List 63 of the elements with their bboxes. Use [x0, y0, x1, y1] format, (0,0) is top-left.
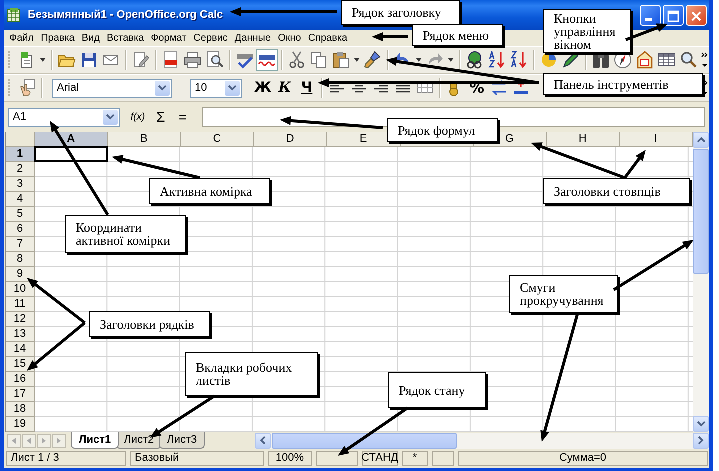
- row-header[interactable]: 18: [6, 402, 35, 417]
- column-header[interactable]: I: [620, 132, 693, 147]
- status-field: Лист 1 / 3: [6, 450, 126, 466]
- underline-button[interactable]: Ч: [296, 77, 318, 99]
- italic-button[interactable]: К: [274, 77, 296, 99]
- menu-item[interactable]: Правка: [38, 32, 78, 44]
- callout-tooltip: Вкладки робочих листів: [185, 352, 318, 396]
- callout-tooltip: Заголовки стовпців: [543, 178, 690, 204]
- row-header[interactable]: 11: [6, 297, 35, 312]
- row-header[interactable]: 1: [6, 147, 35, 162]
- row-header[interactable]: 14: [6, 342, 35, 357]
- menu-item[interactable]: Формат: [148, 32, 190, 44]
- row-header[interactable]: 2: [6, 162, 35, 177]
- row-header[interactable]: 6: [6, 222, 35, 237]
- callout-tooltip: Смуги прокручування: [509, 275, 618, 313]
- status-field: СТАНД: [362, 450, 398, 466]
- menu-item[interactable]: Вид: [78, 32, 104, 44]
- menu-item[interactable]: Файл: [6, 32, 38, 44]
- sheet-tab[interactable]: Лист1: [71, 432, 120, 449]
- callout-tooltip: Рядок стану: [388, 372, 486, 408]
- function-wizard-button[interactable]: f(x): [126, 112, 150, 122]
- callout-tooltip: Рядок заголовку: [341, 0, 460, 25]
- row-header[interactable]: 4: [6, 192, 35, 207]
- callout-tooltip: Рядок формул: [387, 118, 498, 142]
- row-header[interactable]: 12: [6, 312, 35, 327]
- row-header[interactable]: 10: [6, 282, 35, 297]
- menu-item[interactable]: Данные: [231, 32, 275, 44]
- callout-tooltip: Активна комірка: [149, 178, 270, 204]
- row-header[interactable]: 8: [6, 252, 35, 267]
- column-header[interactable]: H: [546, 132, 620, 147]
- row-header[interactable]: 13: [6, 327, 35, 342]
- callout-tooltip: Панель інструментів: [543, 73, 703, 95]
- callout-tooltip: Координати активної комірки: [65, 215, 186, 253]
- menu-item[interactable]: Вставка: [103, 32, 148, 44]
- menu-item[interactable]: Окно: [274, 32, 305, 44]
- row-header[interactable]: 9: [6, 267, 35, 282]
- status-field: Базовый: [130, 450, 264, 466]
- bold-button[interactable]: Ж: [252, 77, 274, 99]
- font-size-field[interactable]: 10: [190, 78, 242, 98]
- window-title: Безымянный1 - OpenOffice.org Calc: [28, 9, 224, 21]
- callout-tooltip: Рядок меню: [412, 24, 503, 46]
- row-header[interactable]: 17: [6, 387, 35, 402]
- font-name-field[interactable]: Arial: [52, 78, 172, 98]
- sum-button[interactable]: Σ: [150, 109, 172, 125]
- row-header[interactable]: 7: [6, 237, 35, 252]
- function-button[interactable]: =: [172, 109, 194, 125]
- status-field: Сумма=0: [458, 450, 708, 466]
- row-header[interactable]: 15: [6, 357, 35, 372]
- row-header[interactable]: 3: [6, 177, 35, 192]
- row-header[interactable]: 19: [6, 417, 35, 432]
- sheet-tab[interactable]: Лист3: [159, 432, 206, 449]
- callout-tooltip: Заголовки рядків: [89, 311, 210, 337]
- column-header[interactable]: D: [254, 132, 328, 147]
- cell-name-field[interactable]: A1: [8, 108, 120, 126]
- row-header[interactable]: 16: [6, 372, 35, 387]
- status-field: 100%: [268, 450, 312, 466]
- column-header[interactable]: B: [108, 132, 182, 147]
- status-field: *: [402, 450, 428, 466]
- menu-item[interactable]: Справка: [304, 32, 352, 44]
- row-header[interactable]: 5: [6, 207, 35, 222]
- column-header[interactable]: C: [181, 132, 254, 147]
- callout-tooltip: Кнопки управління вікном: [543, 9, 631, 53]
- menu-item[interactable]: Сервис: [190, 32, 232, 44]
